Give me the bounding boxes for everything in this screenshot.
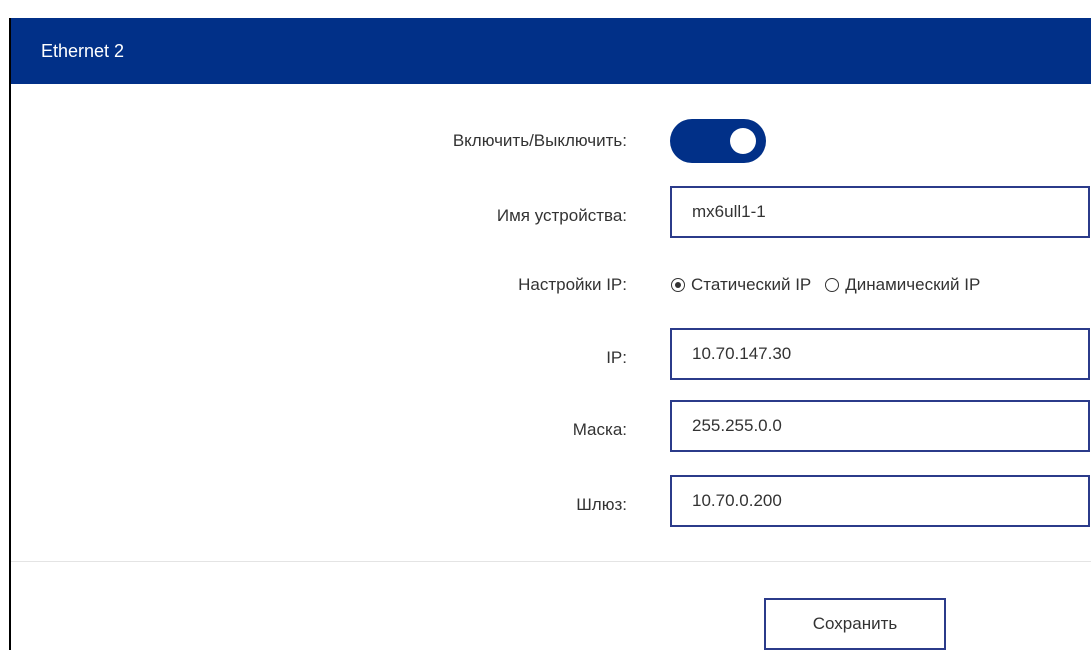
footer-divider: [11, 561, 1091, 562]
radio-unchecked-icon: [825, 278, 840, 292]
mask-input[interactable]: [670, 400, 1090, 452]
radio-checked-icon: [671, 278, 685, 292]
enable-label: Включить/Выключить:: [452, 131, 627, 150]
panel-header: Ethernet 2: [11, 18, 1091, 84]
panel-title: Ethernet 2: [41, 41, 125, 61]
device-name-input[interactable]: [670, 186, 1090, 238]
mask-label: Маска:: [572, 420, 627, 439]
ip-label: IP:: [606, 348, 627, 367]
ip-settings-label: Настройки IP:: [518, 275, 627, 294]
gateway-label: Шлюз:: [576, 495, 627, 514]
device-name-label: Имя устройства:: [496, 206, 627, 225]
ip-mode-radio-group: Статический IP Динамический IP: [671, 273, 980, 297]
static-ip-label: Статический IP: [691, 275, 812, 294]
save-button[interactable]: Сохранить: [764, 598, 946, 650]
ip-input[interactable]: [670, 328, 1090, 380]
toggle-knob: [730, 128, 756, 154]
static-ip-radio[interactable]: Статический IP: [671, 275, 811, 295]
top-strip: [0, 0, 1091, 18]
gateway-input[interactable]: [670, 475, 1090, 527]
dynamic-ip-label: Динамический IP: [845, 275, 981, 294]
dynamic-ip-radio[interactable]: Динамический IP: [825, 275, 980, 295]
settings-panel: Ethernet 2 Включить/Выключить: Имя устро…: [9, 18, 1091, 650]
enable-toggle[interactable]: [670, 119, 766, 163]
